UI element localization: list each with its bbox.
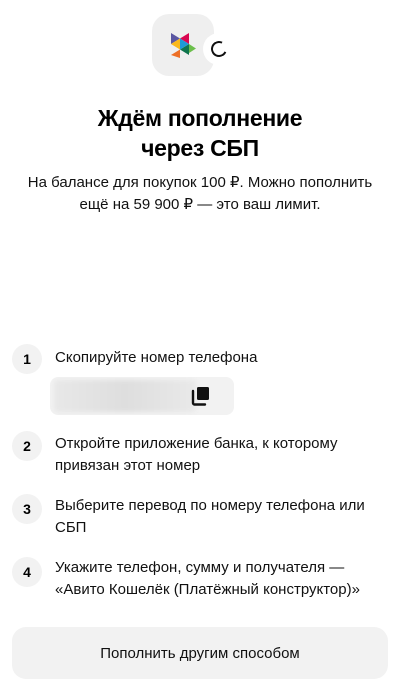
step-number-3: 3 bbox=[12, 494, 42, 524]
step-number-4: 4 bbox=[12, 557, 42, 587]
sbp-logo-icon bbox=[171, 33, 196, 58]
step-3-line-2: СБП bbox=[55, 519, 87, 536]
step-text-4: Укажите телефон, сумму и получателя — «А… bbox=[55, 557, 395, 601]
step-number-2: 2 bbox=[12, 431, 42, 461]
title-line-1: Ждём пополнение bbox=[97, 105, 303, 131]
balance-line-1: На балансе для покупок 100 ₽. Можно попо… bbox=[27, 174, 373, 191]
copy-icon bbox=[191, 387, 209, 406]
loading-indicator bbox=[203, 33, 235, 65]
hidden-phone-number bbox=[54, 380, 196, 412]
step-3-line-1: Выберите перевод по номеру телефона или bbox=[55, 497, 365, 514]
page-title: Ждём пополнение через СБП bbox=[0, 103, 400, 163]
step-1-line-1: Скопируйте номер телефона bbox=[55, 349, 258, 366]
copy-phone-button[interactable] bbox=[189, 384, 213, 408]
loading-spinner-icon bbox=[208, 38, 230, 60]
step-4-line-1: Укажите телефон, сумму и получателя — bbox=[55, 559, 345, 576]
balance-line-2: ещё на 59 900 ₽ — это ваш лимит. bbox=[79, 196, 321, 213]
title-line-2: через СБП bbox=[141, 135, 259, 161]
step-number-1: 1 bbox=[12, 344, 42, 374]
step-2-line-1: Откройте приложение банка, к которому bbox=[55, 435, 338, 452]
step-text-1: Скопируйте номер телефона bbox=[55, 347, 395, 369]
step-4-line-2: «Авито Кошелёк (Платёжный конструктор)» bbox=[55, 581, 360, 598]
step-2-line-2: привязан этот номер bbox=[55, 457, 201, 474]
step-text-2: Откройте приложение банка, к которому пр… bbox=[55, 433, 395, 477]
balance-info: На балансе для покупок 100 ₽. Можно попо… bbox=[0, 172, 400, 216]
step-text-3: Выберите перевод по номеру телефона или … bbox=[55, 495, 395, 539]
top-up-other-method-button[interactable]: Пополнить другим способом bbox=[12, 627, 388, 679]
